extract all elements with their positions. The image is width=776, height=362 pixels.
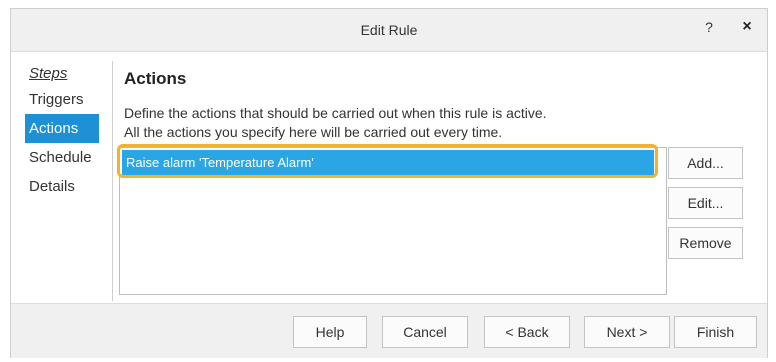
close-icon[interactable]: × xyxy=(739,18,755,36)
cancel-button[interactable]: Cancel xyxy=(382,316,468,348)
section-title: Actions xyxy=(124,69,187,88)
add-button[interactable]: Add... xyxy=(668,147,743,179)
edit-button[interactable]: Edit... xyxy=(668,187,743,219)
steps-panel: Steps Triggers Actions Schedule Details xyxy=(25,65,115,201)
steps-heading: Steps xyxy=(29,65,68,82)
list-item[interactable]: Raise alarm 'Temperature Alarm' xyxy=(122,150,654,176)
section-description: Define the actions that should be carrie… xyxy=(124,104,664,153)
dialog-title: Edit Rule xyxy=(360,22,418,38)
step-details[interactable]: Details xyxy=(25,172,99,201)
description-line-1: Define the actions that should be carrie… xyxy=(124,105,547,121)
title-bar: Edit Rule ? × xyxy=(11,9,767,52)
next-button[interactable]: Next > xyxy=(584,316,670,348)
step-triggers[interactable]: Triggers xyxy=(25,85,99,114)
help-icon[interactable]: ? xyxy=(701,19,717,35)
back-button[interactable]: < Back xyxy=(484,316,570,348)
footer-bar: Help Cancel < Back Next > Finish xyxy=(11,303,767,358)
actions-list[interactable]: Raise alarm 'Temperature Alarm' xyxy=(119,147,667,295)
step-schedule[interactable]: Schedule xyxy=(25,143,99,172)
remove-button[interactable]: Remove xyxy=(668,227,743,259)
help-button[interactable]: Help xyxy=(293,316,367,348)
description-line-2: All the actions you specify here will be… xyxy=(124,124,503,140)
finish-button[interactable]: Finish xyxy=(674,316,757,348)
section-header: Actions xyxy=(124,69,186,89)
step-actions[interactable]: Actions xyxy=(25,114,99,143)
vertical-divider xyxy=(112,61,113,301)
edit-rule-dialog: Edit Rule ? × Steps Triggers Actions Sch… xyxy=(10,8,768,358)
